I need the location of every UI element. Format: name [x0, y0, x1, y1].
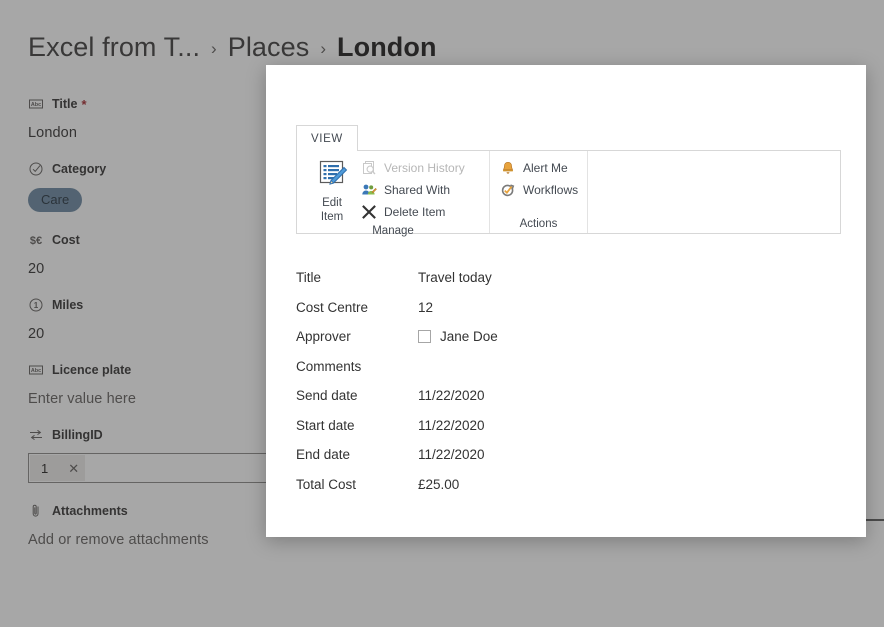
- detail-label: Send date: [296, 388, 358, 403]
- detail-label: Total Cost: [296, 476, 357, 492]
- edit-item-icon: [316, 158, 348, 195]
- detail-value: £25.00: [418, 476, 460, 492]
- detail-label: Approver: [296, 329, 351, 344]
- detail-value: 11/22/2020: [418, 447, 485, 462]
- presence-indicator-icon: [418, 330, 431, 343]
- alert-me-label: Alert Me: [523, 161, 568, 175]
- delete-item-icon: [361, 204, 377, 220]
- ribbon-tab-strip: VIEW: [296, 125, 841, 151]
- actions-small-buttons: Alert Me Workflows: [498, 156, 584, 200]
- detail-label: Cost Centre: [296, 299, 369, 315]
- detail-value: 12: [418, 299, 434, 315]
- background-edge-strip: [866, 519, 884, 521]
- detail-row-approver: Approver Jane Doe: [296, 329, 848, 359]
- detail-label: Start date: [296, 417, 355, 433]
- edit-item-button-label-line2: Item: [320, 211, 344, 223]
- item-details-list: Title Travel today Cost Centre 12 Approv…: [296, 270, 848, 506]
- detail-row-comments: Comments: [296, 359, 848, 389]
- ribbon-empty-area: [588, 151, 840, 233]
- shared-with-icon: [361, 182, 377, 198]
- detail-row-end-date: End date 11/22/2020: [296, 447, 848, 477]
- delete-item-button[interactable]: Delete Item: [359, 202, 471, 222]
- version-history-icon: [361, 160, 377, 176]
- ribbon-group-manage-content: Edit Item Version History Shared With De…: [297, 156, 489, 223]
- workflows-button[interactable]: Workflows: [498, 180, 584, 200]
- version-history-button[interactable]: Version History: [359, 158, 471, 178]
- item-display-dialog: VIEW Edit Item Version History Shared Wi…: [266, 65, 866, 537]
- alert-me-icon: [500, 160, 516, 176]
- tab-view[interactable]: VIEW: [296, 125, 358, 151]
- shared-with-button[interactable]: Shared With: [359, 180, 471, 200]
- detail-value: Travel today: [418, 270, 492, 285]
- ribbon-body: Edit Item Version History Shared With De…: [296, 150, 841, 237]
- ribbon-group-manage-label: Manage: [372, 225, 414, 237]
- ribbon-group-actions-label: Actions: [519, 218, 558, 230]
- detail-value-person: Jane Doe: [418, 329, 848, 344]
- delete-item-label: Delete Item: [384, 205, 446, 219]
- detail-row-send-date: Send date 11/22/2020: [296, 388, 848, 418]
- ribbon: VIEW Edit Item Version History Shared Wi…: [296, 125, 841, 237]
- ribbon-group-actions-content: Alert Me Workflows: [490, 156, 587, 200]
- workflows-label: Workflows: [523, 183, 579, 197]
- detail-label: Title: [296, 270, 322, 285]
- manage-small-buttons: Version History Shared With Delete Item: [359, 156, 471, 222]
- detail-row-start-date: Start date 11/22/2020: [296, 418, 848, 448]
- edit-item-button[interactable]: Edit Item: [305, 156, 359, 223]
- edit-item-button-label-line1: Edit: [322, 197, 342, 209]
- detail-value: 11/22/2020: [418, 417, 485, 433]
- ribbon-group-actions: Alert Me Workflows Actions: [490, 151, 588, 233]
- ribbon-group-manage: Edit Item Version History Shared With De…: [297, 151, 490, 237]
- shared-with-label: Shared With: [384, 183, 451, 197]
- detail-label: End date: [296, 447, 351, 462]
- detail-row-title: Title Travel today: [296, 270, 848, 300]
- detail-row-cost-centre: Cost Centre 12: [296, 300, 848, 330]
- alert-me-button[interactable]: Alert Me: [498, 158, 584, 178]
- detail-row-total-cost: Total Cost £25.00: [296, 477, 848, 507]
- version-history-label: Version History: [384, 161, 465, 175]
- approver-name[interactable]: Jane Doe: [440, 329, 498, 344]
- detail-value: 11/22/2020: [418, 388, 485, 403]
- workflows-icon: [500, 182, 516, 198]
- detail-label: Comments: [296, 358, 362, 374]
